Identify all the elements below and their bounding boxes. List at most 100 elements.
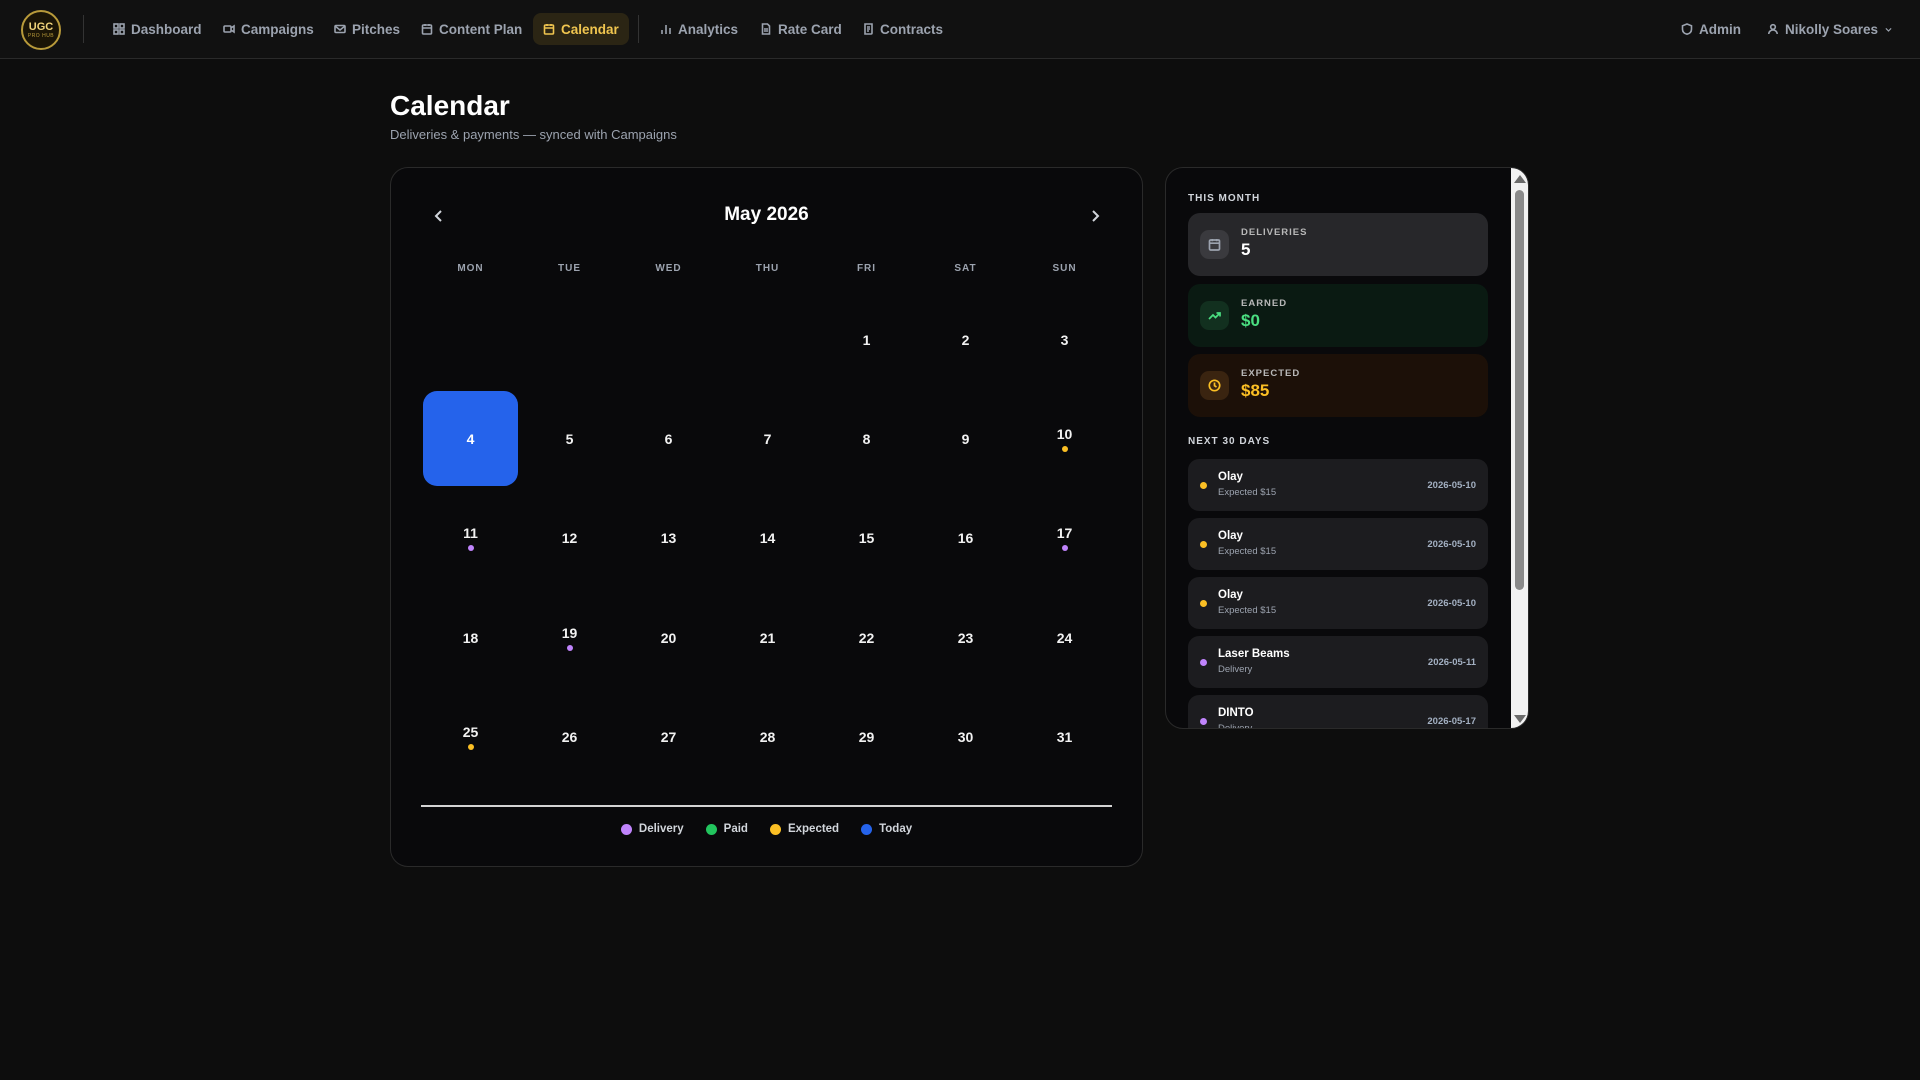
day-cell[interactable]: 21: [720, 590, 815, 685]
day-cell-today[interactable]: 4: [423, 391, 518, 486]
expected-status-dot: [1200, 482, 1207, 489]
day-number: 17: [1056, 524, 1073, 541]
legend-item: Today: [861, 823, 912, 835]
calendar-icon: [543, 24, 555, 35]
user-menu[interactable]: Nikolly Soares: [1767, 13, 1893, 45]
day-cell[interactable]: 10: [1017, 391, 1112, 486]
document-icon: [761, 23, 771, 35]
weekday-label: MON: [457, 263, 484, 274]
stat-value: 5: [1241, 240, 1251, 259]
delivery-marker-dot: [467, 544, 474, 551]
day-number: 29: [858, 728, 875, 745]
nav-label: Calendar: [561, 21, 619, 37]
upcoming-item-date: 2026-05-10: [1427, 539, 1476, 550]
day-cell[interactable]: 5: [522, 391, 617, 486]
day-cell[interactable]: 19: [522, 590, 617, 685]
upcoming-item-date: 2026-05-10: [1427, 480, 1476, 491]
nav-label: Dashboard: [131, 21, 202, 37]
calendar-divider: [421, 805, 1112, 807]
legend-label: Today: [879, 823, 913, 835]
day-cell[interactable]: 11: [423, 490, 518, 585]
day-number: 9: [961, 430, 970, 447]
legend-item: Paid: [705, 823, 748, 835]
nav-campaigns[interactable]: Campaigns: [213, 13, 324, 45]
day-cell[interactable]: 12: [522, 490, 617, 585]
day-cell[interactable]: 27: [621, 689, 716, 784]
upcoming-item[interactable]: Olay Expected $15 2026-05-10: [1188, 518, 1488, 570]
weekday-label: WED: [655, 263, 682, 274]
nav-analytics[interactable]: Analytics: [650, 13, 748, 45]
day-cell[interactable]: 29: [819, 689, 914, 784]
expected-marker-dot: [1061, 445, 1068, 452]
scroll-thumb[interactable]: [1515, 190, 1524, 590]
day-cell[interactable]: 28: [720, 689, 815, 784]
weekday-label: TUE: [558, 263, 581, 274]
expected-marker-dot: [467, 743, 474, 750]
upcoming-item-name: Olay: [1218, 471, 1243, 483]
scroll-up-arrow[interactable]: [1514, 175, 1526, 183]
brand-logo[interactable]: UGC PRO HUB: [21, 10, 61, 50]
day-number: 31: [1056, 728, 1073, 745]
day-cell[interactable]: 2: [918, 292, 1013, 387]
calendar-header: May 2026: [391, 198, 1142, 234]
day-cell[interactable]: 23: [918, 590, 1013, 685]
day-cell[interactable]: 14: [720, 490, 815, 585]
upcoming-item-name: Laser Beams: [1218, 648, 1290, 660]
day-number: 4: [466, 430, 475, 447]
nav-label: Contracts: [880, 21, 944, 37]
stat-icon-badge: [1200, 301, 1229, 330]
day-cell[interactable]: 7: [720, 391, 815, 486]
next-month-button[interactable]: [1083, 204, 1107, 228]
day-number: 10: [1056, 425, 1073, 442]
nav-content-plan[interactable]: Content Plan: [411, 13, 532, 45]
day-cell[interactable]: 15: [819, 490, 914, 585]
upcoming-item[interactable]: DINTO Delivery 2026-05-17: [1188, 695, 1488, 728]
upcoming-item-status: Delivery: [1218, 723, 1252, 728]
day-cell[interactable]: 20: [621, 590, 716, 685]
day-number: 24: [1056, 629, 1073, 646]
upcoming-item[interactable]: Olay Expected $15 2026-05-10: [1188, 577, 1488, 629]
day-cell[interactable]: 24: [1017, 590, 1112, 685]
upcoming-item-date: 2026-05-17: [1427, 716, 1476, 727]
day-cell[interactable]: 18: [423, 590, 518, 685]
weekday-label: SUN: [1052, 263, 1077, 274]
next-30-days-label: NEXT 30 DAYS: [1188, 436, 1271, 447]
upcoming-item[interactable]: Laser Beams Delivery 2026-05-11: [1188, 636, 1488, 688]
nav-dashboard[interactable]: Dashboard: [103, 13, 212, 45]
day-cell[interactable]: 30: [918, 689, 1013, 784]
day-cell[interactable]: 26: [522, 689, 617, 784]
day-cell[interactable]: 13: [621, 490, 716, 585]
nav-pitches[interactable]: Pitches: [324, 13, 410, 45]
clock-icon: [1208, 379, 1221, 392]
day-number: 7: [763, 430, 772, 447]
legend-item: Expected: [769, 823, 839, 835]
day-number: 20: [660, 629, 677, 646]
day-cell[interactable]: 31: [1017, 689, 1112, 784]
day-cell[interactable]: 8: [819, 391, 914, 486]
nav-admin[interactable]: Admin: [1681, 13, 1741, 45]
stat-value: $85: [1241, 381, 1270, 400]
nav-divider: [638, 15, 639, 43]
panel-scrollbar[interactable]: [1511, 168, 1528, 728]
day-cell[interactable]: 17: [1017, 490, 1112, 585]
delivery-status-dot: [1200, 718, 1207, 725]
upcoming-item[interactable]: Olay Expected $15 2026-05-10: [1188, 459, 1488, 511]
nav-rate-card[interactable]: Rate Card: [750, 13, 852, 45]
day-number: 22: [858, 629, 875, 646]
day-cell[interactable]: 9: [918, 391, 1013, 486]
day-cell[interactable]: 3: [1017, 292, 1112, 387]
legend-label: Paid: [723, 823, 748, 835]
day-cell[interactable]: 25: [423, 689, 518, 784]
day-cell[interactable]: 1: [819, 292, 914, 387]
scroll-down-arrow[interactable]: [1514, 715, 1526, 723]
day-cell[interactable]: 6: [621, 391, 716, 486]
summary-panel-content: THIS MONTH DELIVERIES 5 EARNED $0 EXPECTED $8…: [1166, 168, 1511, 728]
day-number: 11: [463, 524, 478, 541]
day-number: 21: [759, 629, 776, 646]
admin-label: Admin: [1699, 21, 1741, 37]
day-cell[interactable]: 16: [918, 490, 1013, 585]
day-cell[interactable]: 22: [819, 590, 914, 685]
nav-calendar[interactable]: Calendar: [533, 13, 629, 45]
upcoming-item-status: Expected $15: [1218, 546, 1277, 557]
nav-contracts[interactable]: Contracts: [852, 13, 953, 45]
